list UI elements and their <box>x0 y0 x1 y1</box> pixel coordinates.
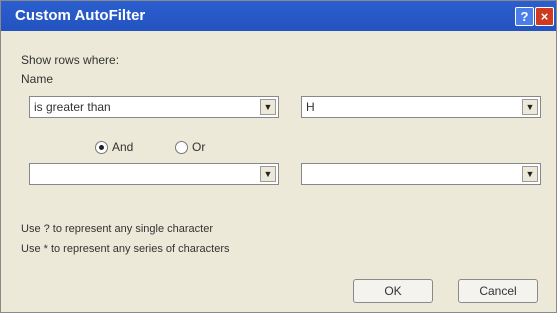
title-bar: Custom AutoFilter ? × <box>1 1 556 31</box>
criterion2-value-combobox[interactable]: ▼ <box>301 163 541 185</box>
and-radio[interactable]: And <box>95 140 134 155</box>
hint-single-character: Use ? to represent any single character <box>21 223 213 235</box>
close-icon[interactable]: × <box>535 7 554 26</box>
or-radio-dot[interactable] <box>175 141 188 155</box>
chevron-down-icon[interactable]: ▼ <box>260 166 276 182</box>
and-radio-dot[interactable] <box>95 141 108 155</box>
chevron-down-icon[interactable]: ▼ <box>260 99 276 115</box>
field-name-label: Name <box>21 72 54 86</box>
or-radio[interactable]: Or <box>175 140 206 155</box>
criterion1-operator-value: is greater than <box>34 100 111 114</box>
hint-series-characters: Use * to represent any series of charact… <box>21 243 230 255</box>
chevron-down-icon[interactable]: ▼ <box>522 99 538 115</box>
ok-button[interactable]: OK <box>353 279 433 303</box>
dialog-title: Custom AutoFilter <box>15 7 146 24</box>
or-radio-label: Or <box>192 140 206 154</box>
chevron-down-icon[interactable]: ▼ <box>522 166 538 182</box>
cancel-button[interactable]: Cancel <box>458 279 538 303</box>
instructions-label: Show rows where: <box>21 53 120 67</box>
custom-autofilter-dialog: Custom AutoFilter ? × Show rows where: N… <box>0 0 557 313</box>
criterion1-value-combobox[interactable]: H ▼ <box>301 96 541 118</box>
and-radio-label: And <box>112 140 134 154</box>
criterion1-value: H <box>306 100 315 114</box>
criterion2-operator-dropdown[interactable]: ▼ <box>29 163 279 185</box>
help-icon[interactable]: ? <box>515 7 534 26</box>
criterion1-operator-dropdown[interactable]: is greater than ▼ <box>29 96 279 118</box>
